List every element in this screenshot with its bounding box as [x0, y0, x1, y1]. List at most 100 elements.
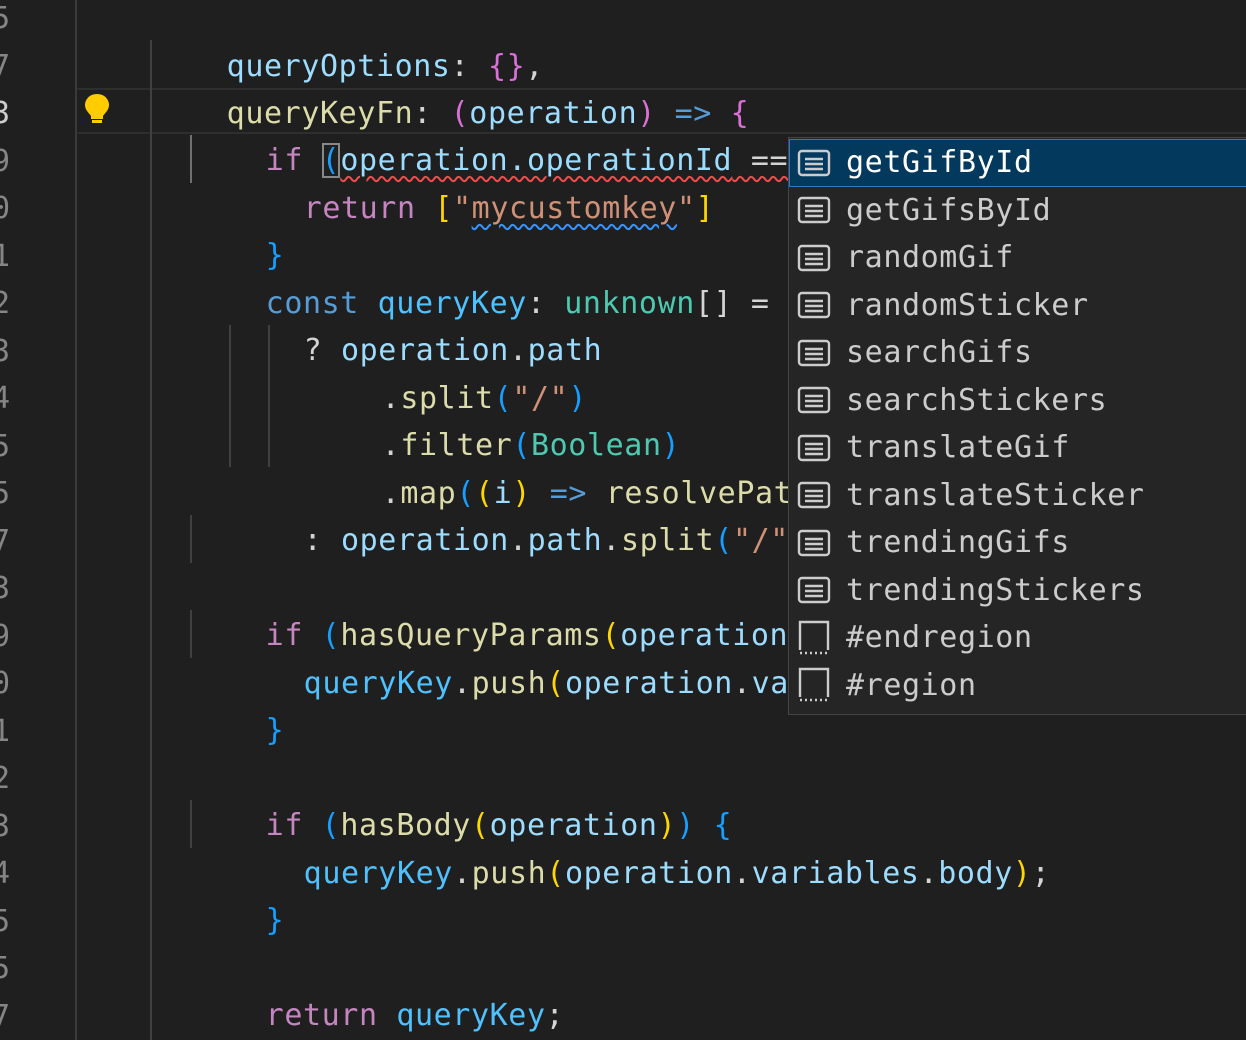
- token: ;: [1031, 855, 1051, 891]
- suggest-item-getgifsbyid[interactable]: getGifsById: [789, 187, 1246, 235]
- line-number: 3: [0, 96, 11, 131]
- suggest-item-searchgifs[interactable]: searchGifs: [789, 329, 1246, 377]
- code-line[interactable]: }: [191, 849, 284, 938]
- line-number: 5: [0, 903, 11, 939]
- token: .: [919, 855, 939, 891]
- token: ": [452, 190, 472, 226]
- suggest-item-label: trendingStickers: [846, 572, 1145, 608]
- suggest-item-getgifbyid[interactable]: getGifById: [789, 139, 1246, 187]
- suggest-item-randomsticker[interactable]: randomSticker: [789, 282, 1246, 330]
- field-icon: [797, 431, 831, 465]
- code-line[interactable]: queryKey.push(operation.variables.body);: [229, 802, 1050, 891]
- code-line[interactable]: const queryKey: unknown[] = has: [191, 232, 844, 321]
- suggest-item-label: trendingGifs: [846, 525, 1070, 561]
- line-number: 2: [0, 286, 11, 321]
- token: mycustomkey: [471, 190, 677, 226]
- line-number: 0: [0, 191, 11, 226]
- field-icon: [797, 146, 831, 180]
- code-line[interactable]: queryOptions: {},: [152, 0, 544, 84]
- line-number: 1: [0, 713, 11, 749]
- code-line[interactable]: }: [191, 659, 284, 748]
- line-number: 1: [0, 238, 11, 274]
- code-line[interactable]: : operation.path.split("/").f: [229, 469, 845, 558]
- code-line[interactable]: .map((i) => resolvePathPa: [307, 422, 848, 511]
- code-line[interactable]: if (hasQueryParams(operation)): [191, 564, 826, 653]
- line-number: 5: [0, 1, 11, 36]
- suggest-item-translategif[interactable]: translateGif: [789, 424, 1246, 472]
- suggest-item-randomgif[interactable]: randomGif: [789, 234, 1246, 282]
- snippet-icon: [797, 668, 831, 702]
- gutter-border: [75, 0, 77, 1040]
- code-line[interactable]: }: [191, 184, 284, 273]
- token: []: [694, 285, 733, 321]
- line-number: 3: [0, 808, 11, 844]
- suggest-item-trendinggifs[interactable]: trendingGifs: [789, 519, 1246, 567]
- line-number: 5: [0, 476, 11, 511]
- suggest-item-label: searchGifs: [846, 335, 1033, 371]
- token: queryKey: [396, 997, 546, 1033]
- field-icon: [797, 288, 831, 322]
- suggest-item-label: translateSticker: [846, 477, 1145, 513]
- autocomplete-suggest-widget[interactable]: getGifById getGifsById randomGif randomStic…: [788, 137, 1246, 715]
- lightbulb-icon[interactable]: [82, 92, 112, 126]
- token: :: [303, 522, 341, 558]
- code-line[interactable]: ? operation.path: [229, 279, 602, 368]
- suggest-item-endregion[interactable]: #endregion: [789, 614, 1246, 662]
- code-line[interactable]: queryKey.push(operation.varia: [229, 612, 845, 701]
- line-number: 7: [0, 523, 11, 559]
- suggest-item-label: randomGif: [846, 240, 1014, 276]
- field-icon: [797, 193, 831, 227]
- suggest-item-label: getGifsById: [846, 192, 1052, 228]
- line-number: 4: [0, 856, 11, 891]
- code-line[interactable]: queryKeyFn: (operation) => {: [152, 42, 749, 131]
- token: operation: [564, 855, 733, 891]
- field-icon: [797, 336, 831, 370]
- code-line[interactable]: if (hasBody(operation)) {: [191, 754, 732, 843]
- code-line[interactable]: return ["mycustomkey"]: [229, 137, 714, 226]
- line-number: 4: [0, 381, 11, 416]
- token: ": [676, 190, 696, 226]
- code-line[interactable]: .filter(Boolean): [307, 374, 680, 463]
- line-number: 7: [0, 998, 11, 1034]
- token: =: [732, 285, 789, 321]
- token: operation: [564, 665, 733, 701]
- token: .: [508, 522, 528, 558]
- token: .: [602, 522, 621, 558]
- line-number: 9: [0, 618, 11, 654]
- token: }: [265, 712, 285, 748]
- token: variables: [751, 855, 920, 891]
- code-line-active[interactable]: if (operation.operationId === "") {: [191, 89, 919, 178]
- code-line[interactable]: },: [152, 992, 264, 1040]
- code-editor[interactable]: 5 7 3 9 0 1 2 3 4 5 5 7 3 9 0 1 2 3 4 5 5 7 queryOptions: {},…: [0, 0, 1246, 1040]
- suggest-item-label: translateGif: [846, 430, 1070, 466]
- suggest-item-searchstickers[interactable]: searchStickers: [789, 377, 1246, 425]
- token: return: [265, 997, 378, 1033]
- token: ]: [695, 190, 715, 226]
- token: ;: [545, 997, 565, 1033]
- token: push: [471, 665, 547, 701]
- suggest-item-region[interactable]: #region: [789, 662, 1246, 710]
- suggest-item-trendingstickers[interactable]: trendingStickers: [789, 567, 1246, 615]
- field-icon: [797, 383, 831, 417]
- indent-guide: [190, 515, 192, 563]
- field-icon: [797, 573, 831, 607]
- token: ): [1012, 855, 1032, 891]
- token: queryKey: [303, 855, 453, 891]
- token: return: [303, 190, 416, 226]
- suggest-item-translatesticker[interactable]: translateSticker: [789, 472, 1246, 520]
- code-line[interactable]: .split("/"): [307, 327, 587, 416]
- line-number: 3: [0, 333, 11, 369]
- code-line[interactable]: return queryKey;: [191, 944, 564, 1033]
- suggest-item-label: randomSticker: [846, 287, 1089, 323]
- field-icon: [797, 241, 831, 275]
- field-icon: [797, 526, 831, 560]
- suggest-item-label: getGifById: [846, 145, 1033, 181]
- line-number: 5: [0, 951, 11, 986]
- token: split: [620, 522, 715, 558]
- token: (: [546, 665, 565, 701]
- token: "/": [732, 522, 789, 558]
- indent-guide: [150, 40, 152, 1040]
- token: (: [546, 855, 565, 891]
